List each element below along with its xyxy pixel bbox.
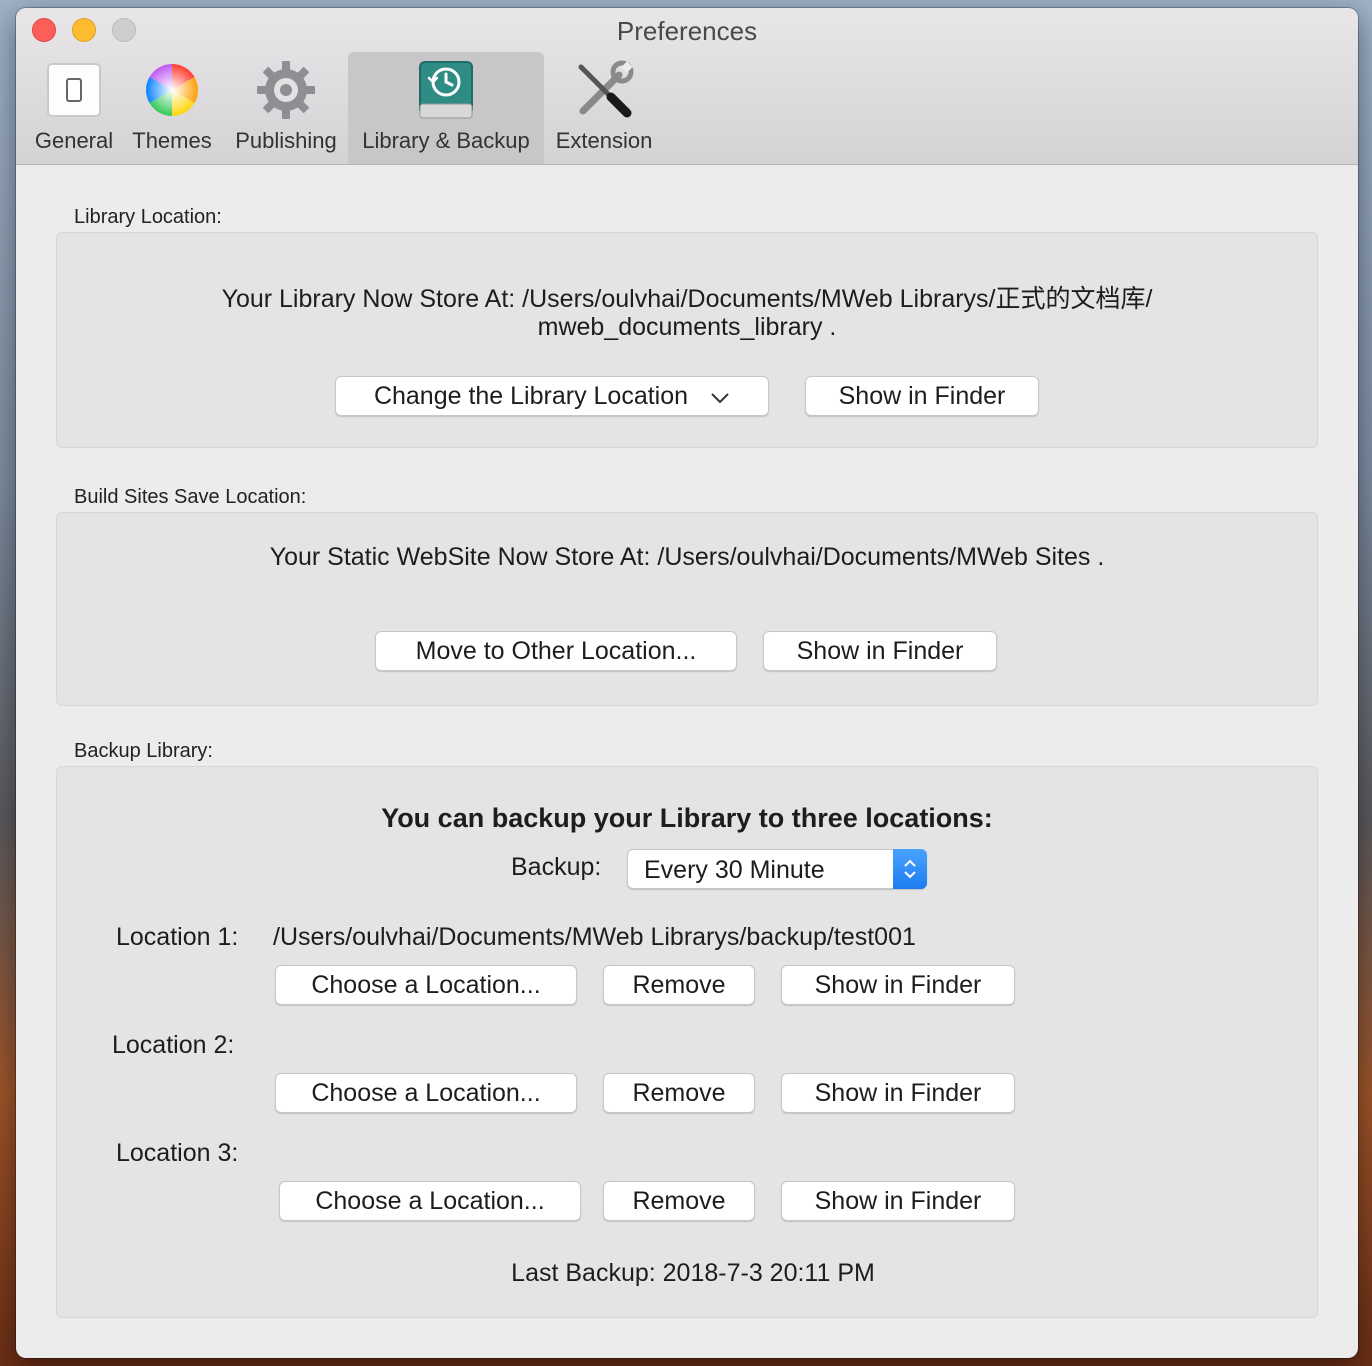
tab-general-label: General [34,128,114,153]
backup-frequency-label: Backup: [511,853,602,881]
location-2-show-in-finder-button[interactable]: Show in Finder [781,1073,1015,1113]
build-sites-location-label: Build Sites Save Location: [74,486,307,508]
tab-general[interactable]: General [28,52,120,164]
location-1-choose-button[interactable]: Choose a Location... [275,965,577,1005]
backup-heading: You can backup your Library to three loc… [381,803,993,833]
stepper-arrows-icon [893,849,927,889]
location-3-remove-button[interactable]: Remove [603,1181,755,1221]
tab-extension-label: Extension [555,128,653,153]
library-path-line1: Your Library Now Store At: /Users/oulvha… [221,285,1153,313]
last-backup-status: Last Backup: 2018-7-3 20:11 PM [511,1259,875,1287]
location-2-label: Location 2: [112,1031,235,1059]
tab-extension[interactable]: Extension [550,52,658,164]
library-path-line2: mweb_documents_library . [537,313,837,341]
toolbar: Preferences General Themes Publishing Li… [16,8,1358,165]
backup-library-panel: You can backup your Library to three loc… [56,766,1318,1318]
preferences-window: Preferences General Themes Publishing Li… [16,8,1358,1358]
chevron-down-icon [710,382,730,411]
time-machine-drive-icon [414,58,478,122]
tab-library-backup-label: Library & Backup [362,128,530,153]
library-location-panel: Your Library Now Store At: /Users/oulvha… [56,232,1318,448]
location-1-label: Location 1: [116,923,239,951]
backup-frequency-value: Every 30 Minute [644,856,825,884]
location-3-label: Location 3: [116,1139,239,1167]
change-library-location-button[interactable]: Change the Library Location [335,376,769,416]
location-2-remove-button[interactable]: Remove [603,1073,755,1113]
tab-publishing[interactable]: Publishing [224,52,348,164]
build-sites-panel: Your Static WebSite Now Store At: /Users… [56,512,1318,706]
location-1-path: /Users/oulvhai/Documents/MWeb Librarys/b… [273,923,916,951]
backup-library-label: Backup Library: [74,740,213,762]
library-show-in-finder-button[interactable]: Show in Finder [805,376,1039,416]
location-1-remove-button[interactable]: Remove [603,965,755,1005]
change-library-location-label: Change the Library Location [373,381,689,410]
tools-icon [572,58,636,122]
location-2-choose-button[interactable]: Choose a Location... [275,1073,577,1113]
switch-icon [42,58,106,122]
color-wheel-icon [140,58,204,122]
tab-library-backup[interactable]: Library & Backup [348,52,544,164]
build-sites-path: Your Static WebSite Now Store At: /Users… [269,543,1105,571]
build-sites-show-in-finder-button[interactable]: Show in Finder [763,631,997,671]
gear-icon [254,58,318,122]
backup-frequency-select[interactable]: Every 30 Minute [627,849,927,889]
location-1-show-in-finder-button[interactable]: Show in Finder [781,965,1015,1005]
window-title: Preferences [616,16,758,46]
location-3-choose-button[interactable]: Choose a Location... [279,1181,581,1221]
move-to-other-location-button[interactable]: Move to Other Location... [375,631,737,671]
location-3-show-in-finder-button[interactable]: Show in Finder [781,1181,1015,1221]
tab-themes-label: Themes [132,128,212,153]
library-location-label: Library Location: [74,206,222,228]
tab-publishing-label: Publishing [235,128,337,153]
tab-themes[interactable]: Themes [126,52,218,164]
